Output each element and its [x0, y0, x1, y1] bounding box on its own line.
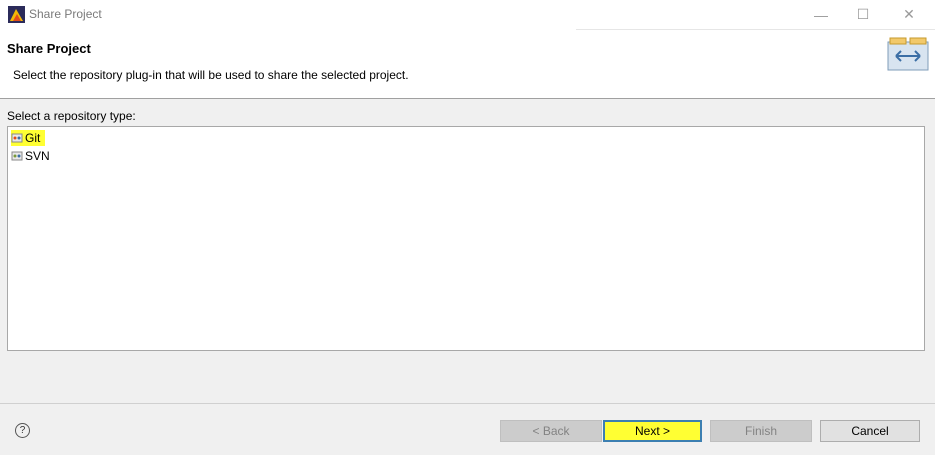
minimize-button[interactable]: —	[798, 0, 844, 29]
back-button[interactable]: < Back	[500, 420, 602, 442]
next-button[interactable]: Next >	[603, 420, 702, 442]
window-title: Share Project	[29, 7, 102, 21]
wizard-description: Select the repository plug-in that will …	[13, 68, 409, 82]
close-button[interactable]: ✕	[886, 0, 932, 29]
maximize-button[interactable]: ☐	[840, 0, 886, 29]
list-item-svn[interactable]: SVN	[11, 148, 50, 164]
repository-type-list[interactable]: Git SVN	[7, 126, 925, 351]
list-item-git[interactable]: Git	[11, 130, 46, 146]
repository-type-label: Select a repository type:	[7, 109, 136, 123]
list-item-label: SVN	[25, 149, 50, 163]
title-bar: Share Project — ☐ ✕	[0, 0, 935, 29]
share-project-banner-icon	[887, 37, 929, 71]
finish-button[interactable]: Finish	[710, 420, 812, 442]
help-icon[interactable]: ?	[15, 423, 30, 438]
git-repo-icon	[11, 133, 23, 143]
wizard-footer: ? < Back Next > Finish Cancel	[0, 404, 935, 455]
svn-repo-icon	[11, 151, 23, 161]
cancel-button[interactable]: Cancel	[820, 420, 920, 442]
wizard-content: Select a repository type: Git SVN	[0, 99, 935, 403]
wizard-title: Share Project	[7, 41, 91, 56]
eclipse-app-icon	[8, 6, 25, 23]
wizard-header: Share Project Select the repository plug…	[0, 30, 935, 98]
list-item-label: Git	[25, 131, 41, 145]
